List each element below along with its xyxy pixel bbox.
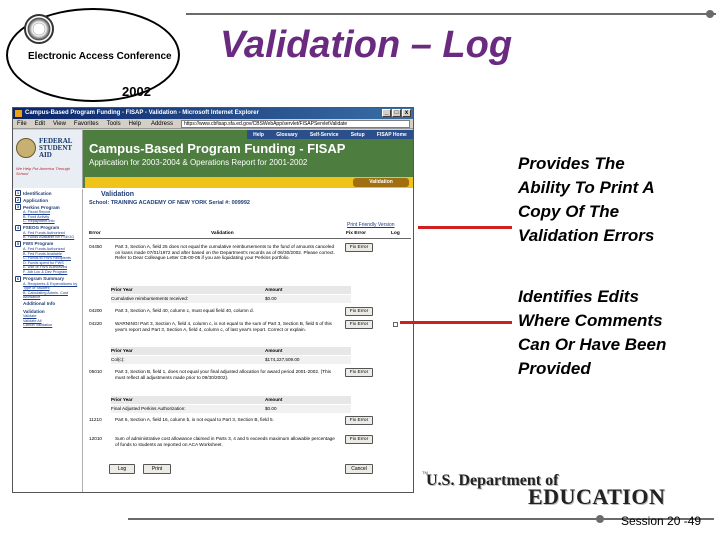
error-code: 04220 [89, 321, 103, 326]
page-title: Validation [101, 191, 135, 198]
top-rule [186, 13, 716, 15]
action-buttons: Log Print Cancel [109, 464, 373, 476]
nav-self-service[interactable]: Self-Service [310, 132, 339, 138]
menu-help[interactable]: Help [129, 119, 141, 129]
header-rule [89, 238, 411, 239]
validation-content: Validation School: TRAINING ACADEMY OF N… [85, 190, 411, 492]
cancel-button[interactable]: Cancel [345, 464, 373, 474]
fsa-tagline: We Help Put America Through School [16, 166, 71, 176]
error-message: WARNING! Part 3, Section A, field 4, col… [115, 321, 332, 332]
prior-year-row: Final Adjusted Perkins Authorization: $0… [111, 405, 351, 413]
fsa-seal-icon [16, 138, 36, 158]
bottom-rule-dot [596, 515, 604, 523]
fix-error-button[interactable]: Fix Error [345, 435, 373, 444]
nav-section-identification[interactable]: 1 Identification [13, 189, 82, 196]
nav-section-program-summary[interactable]: 6 Program Summary [13, 275, 82, 282]
window-title: Campus-Based Program Funding - FISAP - V… [25, 110, 259, 116]
site-title: Campus-Based Program Funding - FISAP [89, 141, 346, 156]
us-department-of-education-logo: TM U.S. Department of EDUCATION [422, 470, 666, 509]
top-rule-dot [706, 10, 714, 18]
ie-icon [15, 110, 22, 117]
error-message: Part 6, Section A, field 16, column b, i… [115, 417, 274, 422]
print-friendly-link[interactable]: Print Friendly Version [347, 222, 395, 228]
fix-error-button[interactable]: Fix Error [345, 307, 373, 316]
error-message: Part 3, Section B, field 1, does not equ… [115, 369, 332, 380]
prior-year-header: Prior Year Amount [111, 396, 351, 404]
left-nav: 1 Identification 2 Application 3 Perkins Pr… [13, 189, 83, 492]
prior-year-header: Prior Year Amount [111, 286, 351, 294]
minimize-button[interactable]: _ [382, 109, 391, 117]
callout-comments: Identifies Edits Where Comments Can Or H… [518, 287, 667, 378]
page-viewport: FEDERAL STUDENT AID We Help Put America … [13, 130, 413, 492]
session-number: Session 20 -49 [621, 514, 702, 528]
callout-line-print [418, 226, 512, 229]
address-label: Address [150, 120, 173, 127]
nav-section-additional-info[interactable]: Additional Info [13, 300, 82, 306]
fsa-logo-line2: STUDENT AID [39, 144, 72, 159]
col-log: Log [391, 231, 400, 236]
address-bar[interactable]: https://www.cbfisap.sfa.ed.gov/CBSWebApp… [180, 119, 410, 128]
menu-favorites[interactable]: Favorites [74, 119, 99, 129]
print-button[interactable]: Print [143, 464, 171, 474]
menu-edit[interactable]: Edit [35, 119, 45, 129]
slide-title: Validation – Log [220, 24, 513, 66]
nav-help[interactable]: Help [253, 132, 264, 138]
col-validation: Validation [211, 231, 234, 236]
window-titlebar: Campus-Based Program Funding - FISAP - V… [13, 108, 413, 119]
fix-error-button[interactable]: Fix Error [345, 243, 373, 252]
nav-section-fws[interactable]: 5 FWS Program [13, 240, 82, 247]
nav-glossary[interactable]: Glossary [276, 132, 297, 138]
col-fix-error: Fix Error [346, 231, 366, 236]
nav-setup[interactable]: Setup [351, 132, 365, 138]
menu-file[interactable]: File [17, 119, 27, 129]
fix-error-button[interactable]: Fix Error [345, 320, 373, 329]
nav-section-application[interactable]: 2 Application [13, 196, 82, 203]
menu-tools[interactable]: Tools [107, 119, 121, 129]
site-header: FEDERAL STUDENT AID We Help Put America … [13, 130, 413, 188]
col-error: Error [89, 231, 101, 236]
maximize-button[interactable]: □ [392, 109, 401, 117]
tab-validation[interactable]: Validation [353, 178, 409, 187]
prior-year-row: Col(c): $174,227,509.00 [111, 356, 351, 364]
error-code: 04450 [89, 244, 103, 249]
fsa-logo[interactable]: FEDERAL STUDENT AID We Help Put America … [13, 130, 83, 188]
nav-section-perkins[interactable]: 3 Perkins Program [13, 203, 82, 210]
error-code: 04200 [89, 308, 103, 313]
fix-error-button[interactable]: Fix Error [345, 368, 373, 377]
prior-year-header: Prior Year Amount [111, 347, 351, 355]
log-checkbox[interactable] [393, 322, 398, 327]
error-message: Sum of administrative cost allowance cla… [115, 436, 335, 447]
prior-year-row: Cumulative reimbursements received: $0.0… [111, 295, 351, 303]
ed-logo-line2: EDUCATION [528, 484, 666, 509]
nav-link[interactable]: A. Recipients & Expenditures by Type of … [13, 282, 79, 291]
conference-logo: Electronic Access Conference 2002 [2, 2, 180, 102]
close-button[interactable]: x [402, 109, 411, 117]
school-line: School: TRAINING ACADEMY OF NEW YORK Ser… [89, 200, 250, 206]
top-nav: Help Glossary Self-Service Setup FISAP H… [247, 130, 413, 139]
callout-print-copy: Provides The Ability To Print A Copy Of … [518, 154, 655, 245]
error-code: 12010 [89, 436, 103, 441]
error-message: Part 3, Section A, field 25 does not equ… [115, 244, 335, 261]
department-seal-icon [24, 14, 54, 44]
nav-section-fseog[interactable]: 4 FSEOG Program [13, 224, 82, 231]
error-code: 11210 [89, 417, 102, 422]
callout-line-log [400, 321, 512, 324]
error-message: Part 3, Section A, field 40, column c, m… [115, 308, 254, 313]
menu-bar: File Edit View Favorites Tools Help Addr… [13, 119, 413, 129]
nav-link[interactable]: B. Funds Available for FSEOG [13, 235, 82, 240]
nav-link[interactable]: B. Calculating Admin. Cost Allowance [13, 291, 79, 300]
conference-year: 2002 [122, 84, 151, 99]
nav-link-cancel-validation[interactable]: Cancel Validation [13, 323, 82, 328]
conference-name: Electronic Access Conference [28, 51, 172, 62]
site-subtitle: Application for 2003-2004 & Operations R… [89, 158, 308, 167]
nav-fisap-home[interactable]: FISAP Home [377, 132, 407, 138]
menu-view[interactable]: View [53, 119, 66, 129]
browser-window: Campus-Based Program Funding - FISAP - V… [12, 107, 414, 493]
log-button[interactable]: Log [109, 464, 135, 474]
error-code: 05010 [89, 369, 103, 374]
fix-error-button[interactable]: Fix Error [345, 416, 373, 425]
